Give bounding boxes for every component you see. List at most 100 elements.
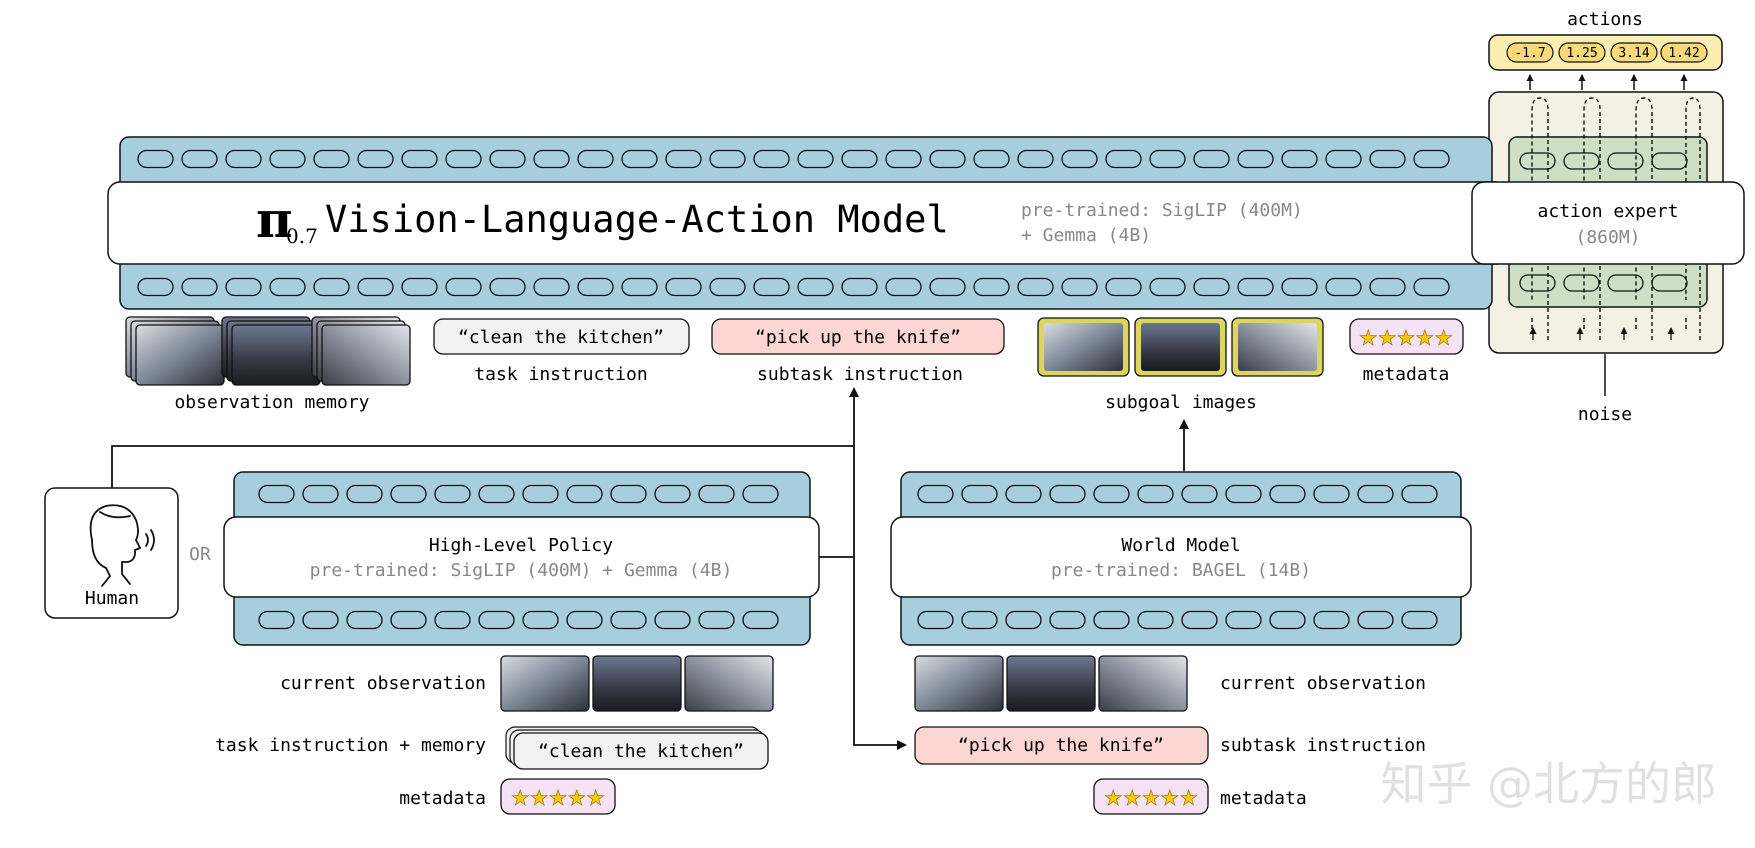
token: [1105, 277, 1142, 297]
token: [1325, 149, 1362, 169]
token: [1017, 149, 1054, 169]
vla-title: Vision-Language-Action Model: [325, 198, 949, 241]
token: [522, 610, 559, 630]
human-label: Human: [85, 588, 139, 609]
token: [1357, 610, 1394, 630]
observation-memory-label: observation memory: [174, 392, 369, 413]
token: [1137, 610, 1174, 630]
token: [302, 484, 339, 504]
token: [566, 610, 603, 630]
token: [1093, 610, 1130, 630]
token: [654, 484, 691, 504]
wm-subtask-text: “pick up the knife”: [958, 735, 1164, 756]
token: [1325, 277, 1362, 297]
token: [973, 277, 1010, 297]
token: [313, 149, 350, 169]
action-expert-label-box: [1471, 181, 1745, 265]
hlp-task-memory-label: task instruction + memory: [215, 735, 486, 756]
wm-pretrained: pre-trained: BAGEL (14B): [1051, 560, 1311, 581]
hlp-current-observation-images: [500, 655, 774, 712]
watermark: 知乎 @北方的郎: [1380, 757, 1717, 811]
token: [445, 149, 482, 169]
token: [434, 610, 471, 630]
token: [1225, 484, 1262, 504]
token: [577, 149, 614, 169]
token: [1181, 484, 1218, 504]
token: [522, 484, 559, 504]
actions-label: actions: [1567, 9, 1643, 30]
token: [1149, 149, 1186, 169]
token: [1017, 277, 1054, 297]
wm-title-box: [890, 516, 1472, 598]
token: [1607, 274, 1644, 292]
token: [1105, 149, 1142, 169]
action-value: 1.42: [1668, 46, 1699, 61]
token: [302, 610, 339, 630]
token: [1281, 277, 1318, 297]
hlp-pretrained: pre-trained: SigLIP (400M) + Gemma (4B): [310, 560, 733, 581]
token: [1413, 277, 1450, 297]
vla-pretrained-line2: + Gemma (4B): [1021, 225, 1151, 246]
wm-metadata-label: metadata: [1220, 788, 1307, 809]
token: [709, 277, 746, 297]
token: [1225, 610, 1262, 630]
token: [885, 149, 922, 169]
token: [401, 277, 438, 297]
token: [1269, 484, 1306, 504]
token: [1193, 149, 1230, 169]
token: [1563, 274, 1600, 292]
token: [610, 610, 647, 630]
action-value: 1.25: [1566, 46, 1597, 61]
vla-metadata-stars: ★★★★★: [1359, 326, 1453, 350]
token: [489, 277, 526, 297]
token: [1369, 277, 1406, 297]
token: [1281, 149, 1318, 169]
vla-pretrained-line1: pre-trained: SigLIP (400M): [1021, 200, 1303, 221]
token: [841, 149, 878, 169]
wm-title: World Model: [1121, 535, 1240, 556]
token: [346, 484, 383, 504]
token: [841, 277, 878, 297]
token: [1401, 610, 1438, 630]
subtask-instruction-label: subtask instruction: [757, 364, 963, 385]
action-expert-title: action expert: [1538, 201, 1679, 222]
token: [357, 149, 394, 169]
token: [1413, 149, 1450, 169]
token: [1093, 484, 1130, 504]
task-instruction-text: “clean the kitchen”: [458, 327, 664, 348]
hlp-current-observation-label: current observation: [280, 673, 486, 694]
token: [1401, 484, 1438, 504]
token: [973, 149, 1010, 169]
token: [181, 149, 218, 169]
token: [269, 149, 306, 169]
action-value: -1.7: [1514, 46, 1545, 61]
token: [610, 484, 647, 504]
vla-metadata-label: metadata: [1363, 364, 1450, 385]
token: [797, 277, 834, 297]
token: [961, 610, 998, 630]
token: [753, 277, 790, 297]
token: [753, 149, 790, 169]
wm-metadata-stars: ★★★★★: [1104, 786, 1198, 810]
token: [1237, 149, 1274, 169]
token: [577, 277, 614, 297]
token: [885, 277, 922, 297]
token: [533, 277, 570, 297]
token: [709, 149, 746, 169]
token: [621, 277, 658, 297]
token: [1519, 274, 1556, 292]
token: [445, 277, 482, 297]
token: [478, 610, 515, 630]
token: [1313, 484, 1350, 504]
token: [929, 149, 966, 169]
token: [258, 610, 295, 630]
token: [225, 277, 262, 297]
token: [1061, 277, 1098, 297]
observation-memory-images: [125, 316, 411, 386]
hlp-title-box: [223, 516, 820, 598]
token: [258, 484, 295, 504]
token: [1357, 484, 1394, 504]
token: [137, 149, 174, 169]
hlp-task-text: “clean the kitchen”: [538, 741, 744, 762]
token: [489, 149, 526, 169]
